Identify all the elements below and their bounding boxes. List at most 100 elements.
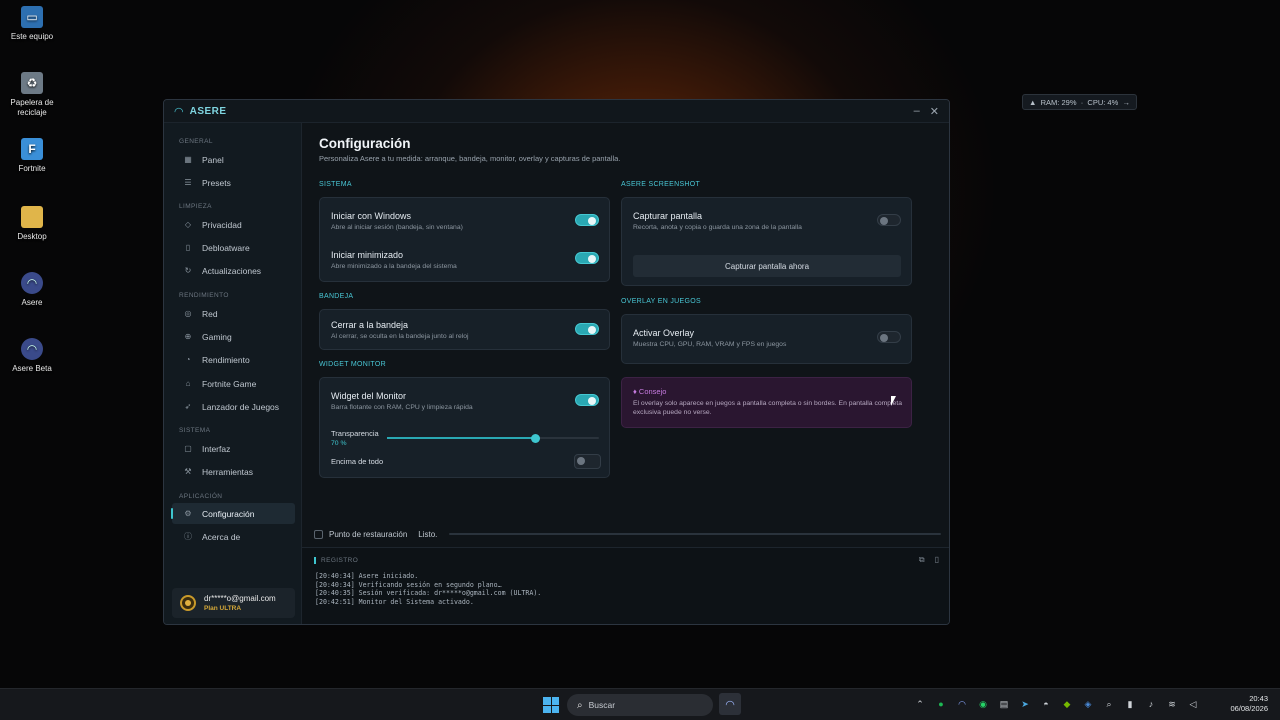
taskbar-clock[interactable]: 20:43 06/08/2026 [1230,694,1268,714]
asere-beta-icon: ◠ [21,338,43,360]
mini-monitor-widget[interactable]: ▲ RAM: 29% · CPU: 4% → [1022,94,1137,110]
sidebar-item-red[interactable]: ◎ Red [172,303,295,324]
encima-toggle[interactable] [574,454,601,469]
clear-log-icon[interactable]: ▯ [935,555,939,565]
sidebar-item-gaming[interactable]: ⊕ Gaming [172,326,295,347]
desktop-icon-papelera[interactable]: ♻ Papelera de reciclaje [6,72,58,118]
iniciar-minimizado-desc: Abre minimizado a la bandeja del sistema [331,263,457,270]
minimize-button[interactable]: – [914,105,920,118]
monitor-tray-icon[interactable]: ▤ [997,697,1011,711]
iniciar-windows-title: Iniciar con Windows [331,211,412,221]
search-tray-icon[interactable]: ⌕ [1102,697,1116,711]
sidebar-item-fortnite-game[interactable]: ⌂ Fortnite Game [172,373,295,394]
capturar-pantalla-toggle[interactable] [877,214,901,226]
log-header: REGISTRO [314,557,358,564]
asere-icon: ◠ [725,698,735,711]
cerrar-bandeja-toggle[interactable] [575,323,599,335]
transparencia-slider[interactable] [387,433,599,443]
iniciar-windows-desc: Abre al iniciar sesión (bandeja, sin ven… [331,224,463,231]
section-label-widget: WIDGET MONITOR [319,361,386,368]
windows-start-icon[interactable] [543,697,559,713]
page-subtitle: Personaliza Asere a tu medida: arranque,… [319,154,621,163]
gamepad-icon: ⊕ [184,332,192,341]
recycle-bin-icon: ♻ [21,72,43,94]
status-text: Listo. [418,529,438,539]
sliders-icon: ☰ [184,178,192,187]
sidebar-item-herramientas[interactable]: ⚒ Herramientas [172,461,295,482]
desktop-icon-este-equipo[interactable]: ▭ Este equipo [6,6,58,42]
gauge-icon: ◔ [185,355,191,364]
widget-monitor-toggle[interactable] [575,394,599,406]
sidebar-item-rendimiento[interactable]: ◔ Rendimiento [172,349,295,370]
spotify-icon[interactable]: ● [934,697,948,711]
desktop-icon-asere[interactable]: ◠ Asere [6,272,58,308]
widget-monitor-desc: Barra flotante con RAM, CPU y limpieza r… [331,404,473,411]
section-general: GENERAL [179,138,213,145]
refresh-icon: ↻ [184,266,192,275]
arrow-right-icon[interactable]: → [1122,98,1130,107]
sidebar-item-privacidad[interactable]: ◇ Privacidad [172,214,295,235]
titlebar[interactable]: ◠ ASERE – ✕ [164,100,949,123]
clock-date: 06/08/2026 [1230,704,1268,713]
sidebar-item-configuracion[interactable]: ⚙ Configuración [171,503,295,524]
telegram-icon[interactable]: ➤ [1018,697,1032,711]
defender-icon[interactable]: ◈ [1081,697,1095,711]
section-label-overlay: OVERLAY EN JUEGOS [621,298,701,305]
widget-monitor-title: Widget del Monitor [331,391,407,401]
sidebar-item-acerca-de[interactable]: ⓘ Acerca de [172,526,295,547]
desktop-icon-desktop-folder[interactable]: Desktop [6,206,58,242]
section-label-bandeja: BANDEJA [319,293,354,300]
info-icon: ⓘ [184,532,192,541]
clock-time: 20:43 [1249,694,1268,703]
nvidia-icon[interactable]: ◆ [1060,697,1074,711]
sidebar-item-lanzador[interactable]: ➶ Lanzador de Juegos [172,396,295,417]
card-overlay: Activar Overlay Muestra CPU, GPU, RAM, V… [621,314,912,364]
close-button[interactable]: ✕ [930,105,939,118]
slider-thumb[interactable] [530,433,540,443]
microphone-icon[interactable]: ♪ [1144,697,1158,711]
sidebar-item-actualizaciones[interactable]: ↻ Actualizaciones [172,260,295,281]
capturar-pantalla-title: Capturar pantalla [633,211,703,221]
user-card[interactable]: dr*****o@gmail.com Plan ULTRA [172,588,295,618]
volume-icon[interactable]: ◁ [1186,697,1200,711]
main-content: Configuración Personaliza Asere a tu med… [302,123,949,523]
usb-icon[interactable]: ▮ [1123,697,1137,711]
asere-tray-icon[interactable]: ◠ [955,697,969,711]
iniciar-minimizado-title: Iniciar minimizado [331,250,404,260]
broom-icon[interactable]: ▲ [1029,98,1036,107]
desktop-icon-fortnite[interactable]: F Fortnite [6,138,58,174]
wifi-icon[interactable]: ≋ [1165,697,1179,711]
log-line: [20:40:34] Verificando sesión en segundo… [315,580,502,589]
page-title: Configuración [319,136,411,151]
sidebar-item-presets[interactable]: ☰ Presets [172,172,295,193]
user-plan: Plan ULTRA [204,605,242,612]
activar-overlay-toggle[interactable] [877,331,901,343]
capturar-ahora-button[interactable]: Capturar pantalla ahora [633,255,901,277]
asere-logo-icon: ◠ [174,105,184,118]
whatsapp-icon[interactable]: ◉ [976,697,990,711]
copy-log-icon[interactable]: ⧉ [919,555,925,565]
sidebar-item-panel[interactable]: ▦ Panel [172,149,295,170]
status-bar: Punto de restauración Listo. [302,523,949,545]
transparencia-label: Transparencia [331,429,379,438]
ram-readout: RAM: 29% [1040,97,1077,107]
globe-icon: ◎ [184,309,192,318]
iniciar-minimizado-toggle[interactable] [575,252,599,264]
restore-point-checkbox[interactable] [314,529,323,539]
iniciar-windows-toggle[interactable] [575,214,599,226]
section-label-screenshot: ASERE SCREENSHOT [621,181,701,188]
sidebar-item-interfaz[interactable]: ▢ Interfaz [172,438,295,459]
tip-text: El overlay solo aparece en juegos a pant… [633,400,903,416]
sidebar-item-debloatware[interactable]: ▯ Debloatware [172,237,295,258]
taskbar-asere-icon[interactable]: ◠ [719,693,741,715]
taskbar: ⌕ Buscar ◠ ⌃ ● ◠ ◉ ▤ ➤ ◓ ◆ ◈ ⌕ ▮ ♪ ≋ ◁ 2… [0,688,1280,720]
progress-bar [449,533,942,535]
taskbar-search[interactable]: ⌕ Buscar [567,694,713,716]
desktop-icon-asere-beta[interactable]: ◠ Asere Beta [6,338,58,374]
window-icon: ▢ [184,444,192,453]
discord-icon[interactable]: ◓ [1039,697,1053,711]
restore-point-label[interactable]: Punto de restauración [329,530,407,539]
grid-icon: ▦ [184,155,192,164]
chevron-up-icon[interactable]: ⌃ [913,697,927,711]
wrench-icon: ⚒ [184,467,192,476]
